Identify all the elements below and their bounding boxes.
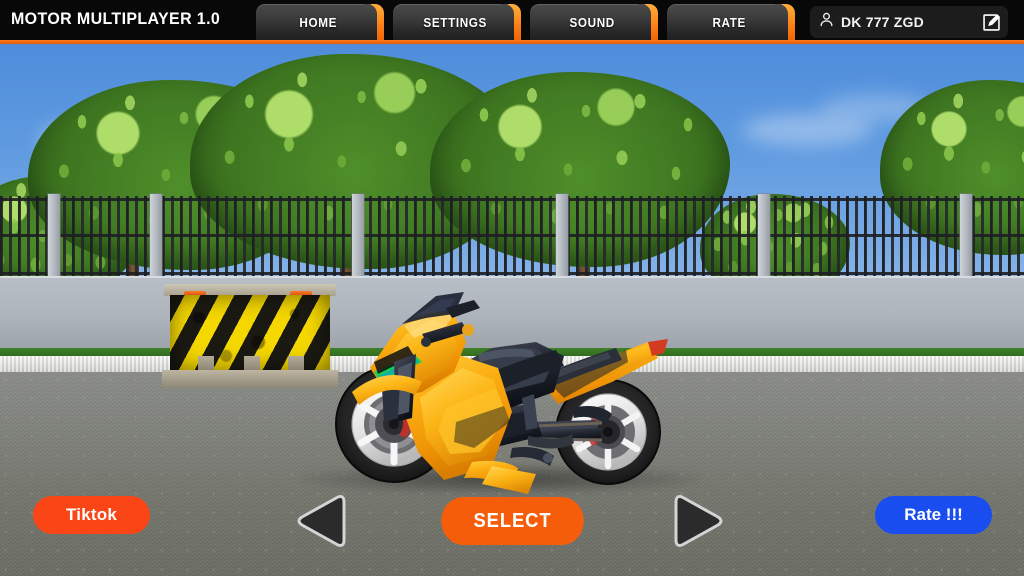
motorcycle-model[interactable] (296, 222, 716, 502)
previous-vehicle-button[interactable] (292, 490, 348, 552)
handlebar-grip (462, 324, 474, 336)
tab-sound-label: SOUND (569, 15, 615, 30)
tiktok-button[interactable]: Tiktok (33, 496, 150, 534)
tab-rate[interactable]: RATE (667, 4, 795, 41)
fence-post (48, 194, 60, 280)
fence-post (960, 194, 972, 280)
next-vehicle-button[interactable] (672, 490, 728, 552)
tab-settings-label: SETTINGS (423, 15, 487, 30)
tab-home[interactable]: HOME (256, 4, 384, 41)
edit-pencil-icon[interactable] (978, 9, 1004, 35)
fence-post (758, 194, 770, 280)
lower-fairing (482, 466, 536, 494)
tab-home-label: HOME (299, 15, 338, 30)
game-screen: MOTOR MULTIPLAYER 1.0 HOME SETTINGS SOUN… (0, 0, 1024, 576)
tab-rate-label: RATE (712, 15, 746, 30)
tab-settings[interactable]: SETTINGS (393, 4, 521, 41)
user-name: DK 777 ZGD (841, 14, 924, 30)
person-icon (818, 11, 835, 33)
top-navigation-bar: MOTOR MULTIPLAYER 1.0 HOME SETTINGS SOUN… (0, 0, 1024, 44)
rate-button[interactable]: Rate !!! (875, 496, 992, 534)
tab-sound[interactable]: SOUND (530, 4, 658, 41)
fence-post (150, 194, 162, 280)
nav-tabs: HOME SETTINGS SOUND RATE (256, 4, 795, 41)
app-title: MOTOR MULTIPLAYER 1.0 (11, 9, 221, 28)
select-button[interactable]: SELECT (441, 497, 584, 545)
